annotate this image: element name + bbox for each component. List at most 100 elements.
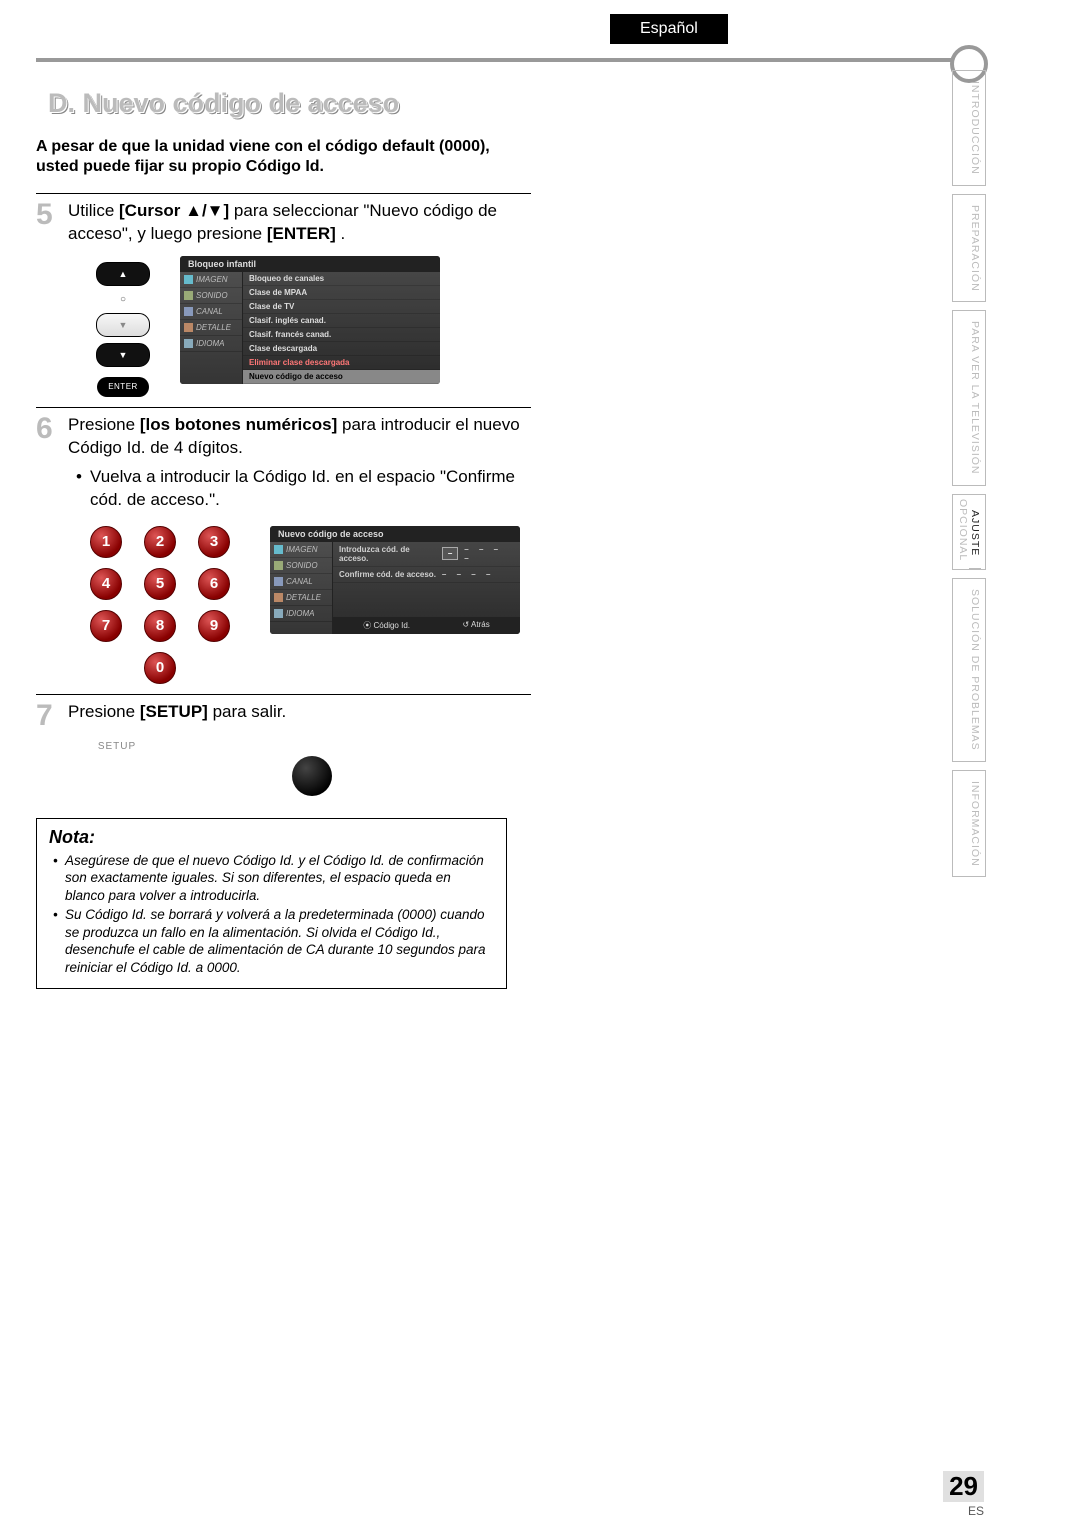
- osd-categories: IMAGEN SONIDO CANAL DETALLE IDIOMA: [180, 272, 243, 384]
- page-lang: ES: [943, 1504, 984, 1518]
- osd-title: Nuevo código de acceso: [270, 526, 520, 542]
- side-tab-informacion: INFORMACIÓN: [952, 770, 986, 878]
- osd-bloqueo-infantil: Bloqueo infantil IMAGEN SONIDO CANAL DET…: [180, 256, 440, 384]
- setup-button-diagram: SETUP: [92, 741, 531, 796]
- note-item: Asegúrese de que el nuevo Código Id. y e…: [49, 852, 494, 905]
- numkey-4: 4: [90, 568, 122, 600]
- cursor-down-outline-icon: [96, 313, 150, 337]
- osd-item: Clase de MPAA: [243, 286, 440, 300]
- osd-cat-detalle: DETALLE: [270, 590, 332, 606]
- separator: [36, 407, 531, 408]
- cursor-down-icon: [96, 343, 150, 367]
- step-7: 7 Presione [SETUP] para salir.: [36, 701, 531, 731]
- entry-box: –: [442, 547, 458, 560]
- enter-button-icon: ENTER: [97, 377, 149, 397]
- text: Presione: [68, 415, 140, 434]
- separator: [36, 694, 531, 695]
- side-tab-television: PARA VER LA TELEVISIÓN: [952, 310, 986, 486]
- side-tab-preparacion: PREPARACIÓN: [952, 194, 986, 303]
- numpad-and-osd-2: 1 2 3 4 5 6 7 8 9 0 Nuevo código de acce…: [86, 526, 531, 684]
- cursor-up-icon: [96, 262, 150, 286]
- osd-item: Clase de TV: [243, 300, 440, 314]
- osd-cat-sonido: SONIDO: [270, 558, 332, 574]
- step-number: 7: [36, 701, 68, 731]
- footer: 29 ES: [943, 1471, 984, 1518]
- osd-item-delete: Eliminar clase descargada: [243, 356, 440, 370]
- text: Presione: [68, 702, 140, 721]
- osd-row-enter-code: Introduzca cód. de acceso. – – – – –: [333, 542, 520, 567]
- osd-cat-idioma: IDIOMA: [180, 336, 242, 352]
- side-tab-introduccion: INTRODUCCIÓN: [952, 70, 986, 186]
- numkey-8: 8: [144, 610, 176, 642]
- osd-item: Clasif. francés canad.: [243, 328, 440, 342]
- step-6-bullet: Vuelva a introducir la Código Id. en el …: [80, 466, 531, 512]
- step-5: 5 Utilice [Cursor ▲/▼] para seleccionar …: [36, 200, 531, 246]
- language-tab: Español: [610, 14, 728, 44]
- side-tab-opcional: OPCIONAL: [957, 495, 969, 569]
- dpad-center: ○: [120, 294, 126, 305]
- label: Confirme cód. de acceso.: [339, 570, 436, 579]
- step-number: 5: [36, 200, 68, 230]
- intro-text: A pesar de que la unidad viene con el có…: [36, 137, 531, 177]
- page-number: 29: [943, 1471, 984, 1502]
- osd-categories: IMAGEN SONIDO CANAL DETALLE IDIOMA: [270, 542, 333, 634]
- dashes: – – – –: [464, 545, 514, 563]
- dashes: – – – –: [442, 570, 494, 579]
- num-buttons-ref: [los botones numéricos]: [140, 415, 337, 434]
- osd-cat-canal: CANAL: [180, 304, 242, 320]
- foot-codigo: ⦿ Código Id.: [363, 620, 410, 631]
- osd-row-confirm-code: Confirme cód. de acceso. – – – –: [333, 567, 520, 583]
- label: Introduzca cód. de acceso.: [339, 545, 436, 563]
- enter-button-ref: [ENTER]: [267, 224, 336, 243]
- setup-button-ref: [SETUP]: [140, 702, 208, 721]
- step-body: Presione [SETUP] para salir.: [68, 701, 531, 724]
- osd-item: Clasif. inglés canad.: [243, 314, 440, 328]
- step-number: 6: [36, 414, 68, 444]
- foot-atras: ↺ Atrás: [463, 620, 490, 631]
- side-tab-ajuste-opcional: AJUSTE OPCIONAL: [952, 494, 986, 570]
- osd-item-list: Bloqueo de canales Clase de MPAA Clase d…: [243, 272, 440, 384]
- separator: [36, 193, 531, 194]
- osd-cat-imagen: IMAGEN: [180, 272, 242, 288]
- osd-item-selected: Nuevo código de acceso: [243, 370, 440, 384]
- setup-button-icon: [292, 756, 332, 796]
- dpad-diagram: ○ ENTER: [96, 262, 150, 397]
- remote-and-osd-1: ○ ENTER Bloqueo infantil IMAGEN SONIDO C…: [96, 256, 531, 397]
- step-body: Utilice [Cursor ▲/▼] para seleccionar "N…: [68, 200, 531, 246]
- numkey-3: 3: [198, 526, 230, 558]
- osd-item: Clase descargada: [243, 342, 440, 356]
- note-item: Su Código Id. se borrará y volverá a la …: [49, 906, 494, 976]
- side-tab-solucion: SOLUCIÓN DE PROBLEMAS: [952, 578, 986, 762]
- osd-cat-imagen: IMAGEN: [270, 542, 332, 558]
- numkey-2: 2: [144, 526, 176, 558]
- note-box: Nota: Asegúrese de que el nuevo Código I…: [36, 818, 507, 990]
- osd-cat-detalle: DETALLE: [180, 320, 242, 336]
- text: para salir.: [213, 702, 287, 721]
- setup-label: SETUP: [92, 741, 142, 752]
- note-title: Nota:: [49, 827, 494, 848]
- numkey-7: 7: [90, 610, 122, 642]
- osd-cat-canal: CANAL: [270, 574, 332, 590]
- cursor-button-ref: [Cursor ▲/▼]: [119, 201, 229, 220]
- numkey-0: 0: [144, 652, 176, 684]
- text: .: [341, 224, 346, 243]
- numkey-6: 6: [198, 568, 230, 600]
- osd-item: Bloqueo de canales: [243, 272, 440, 286]
- osd-cat-sonido: SONIDO: [180, 288, 242, 304]
- side-tab-ajuste: AJUSTE: [969, 495, 981, 569]
- osd-title: Bloqueo infantil: [180, 256, 440, 272]
- section-heading: D. Nuevo código de acceso: [48, 88, 531, 119]
- numkey-5: 5: [144, 568, 176, 600]
- step-body: Presione [los botones numéricos] para in…: [68, 414, 531, 512]
- numkey-9: 9: [198, 610, 230, 642]
- side-tabs: INTRODUCCIÓN PREPARACIÓN PARA VER LA TEL…: [952, 70, 986, 885]
- numpad-diagram: 1 2 3 4 5 6 7 8 9 0: [86, 526, 234, 684]
- numkey-1: 1: [90, 526, 122, 558]
- osd-cat-idioma: IDIOMA: [270, 606, 332, 622]
- osd-footer: ⦿ Código Id. ↺ Atrás: [333, 617, 520, 634]
- text: Utilice: [68, 201, 119, 220]
- osd-nuevo-codigo: Nuevo código de acceso IMAGEN SONIDO CAN…: [270, 526, 520, 634]
- step-6: 6 Presione [los botones numéricos] para …: [36, 414, 531, 512]
- header-rule: [36, 58, 980, 62]
- osd-entry-area: Introduzca cód. de acceso. – – – – – Con…: [333, 542, 520, 634]
